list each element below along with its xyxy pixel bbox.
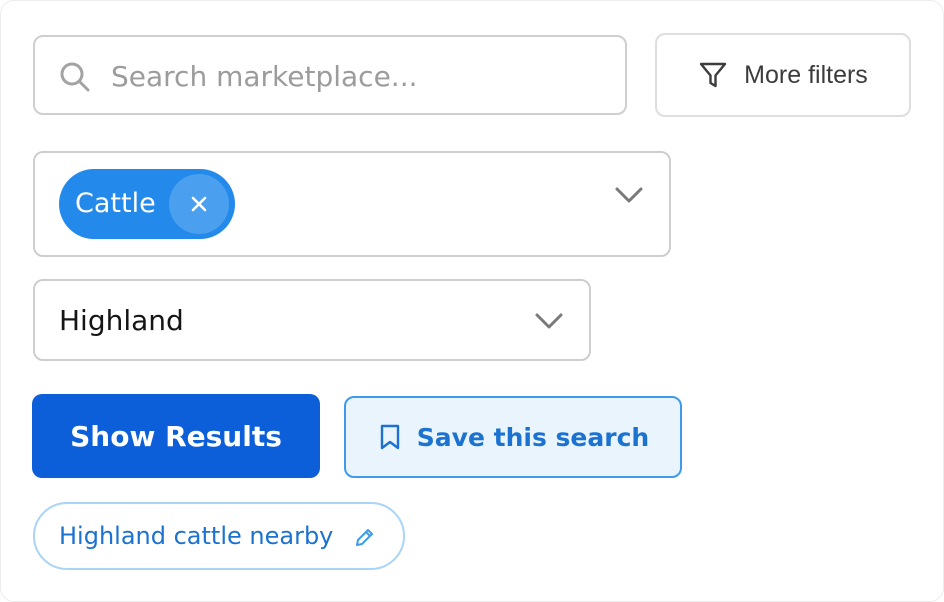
bookmark-icon bbox=[380, 424, 399, 450]
more-filters-label: More filters bbox=[744, 60, 868, 89]
saved-search-pill[interactable]: Highland cattle nearby bbox=[33, 502, 405, 570]
remove-chip-button[interactable] bbox=[169, 174, 229, 234]
breed-select-value: Highland bbox=[59, 304, 184, 337]
more-filters-button[interactable]: More filters bbox=[655, 33, 911, 117]
category-select[interactable]: Cattle bbox=[33, 151, 671, 257]
show-results-button[interactable]: Show Results bbox=[32, 394, 320, 478]
category-chip: Cattle bbox=[59, 169, 235, 239]
filter-icon bbox=[699, 62, 727, 88]
search-input[interactable] bbox=[111, 53, 611, 99]
saved-search-label: Highland cattle nearby bbox=[59, 522, 334, 550]
search-box[interactable] bbox=[33, 35, 627, 115]
category-chip-label: Cattle bbox=[75, 188, 156, 219]
breed-select[interactable]: Highland bbox=[33, 279, 591, 361]
search-icon bbox=[60, 62, 90, 92]
close-icon bbox=[191, 196, 207, 212]
save-search-label: Save this search bbox=[416, 422, 650, 452]
save-search-button[interactable]: Save this search bbox=[344, 396, 682, 478]
pencil-icon[interactable] bbox=[353, 527, 375, 549]
chevron-down-icon[interactable] bbox=[613, 179, 645, 211]
chevron-down-icon[interactable] bbox=[533, 305, 565, 337]
